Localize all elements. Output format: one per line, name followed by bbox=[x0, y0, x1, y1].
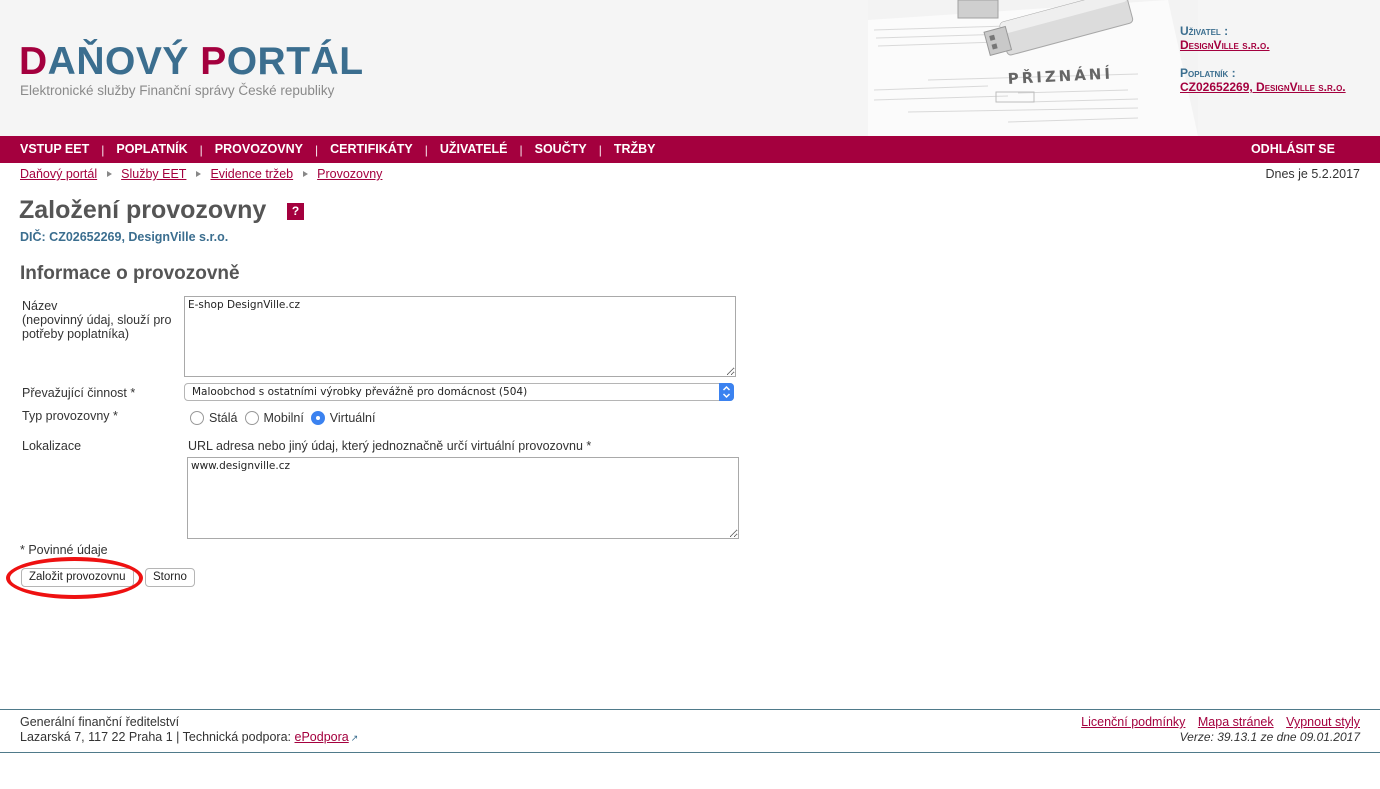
account-info: Uživatel : DesignVille s.r.o. Poplatník … bbox=[1180, 24, 1375, 108]
nav-item-vstup-eet[interactable]: VSTUP EET bbox=[0, 136, 101, 163]
radio-mobilni[interactable] bbox=[244, 411, 259, 425]
name-hint: (nepovinný údaj, slouží pro potřeby popl… bbox=[22, 313, 172, 341]
nav-separator: | bbox=[315, 142, 319, 157]
breadcrumb-arrow-icon bbox=[107, 171, 113, 177]
breadcrumb-item-evidence-trzeb[interactable]: Evidence tržeb bbox=[210, 167, 293, 181]
portal-logo[interactable]: DAŇOVÝ PORTÁL bbox=[19, 42, 364, 82]
nav-item-certifikaty[interactable]: CERTIFIKÁTY bbox=[318, 136, 425, 163]
type-option-mobilni[interactable]: Mobilní bbox=[244, 411, 304, 425]
sitemap-link[interactable]: Mapa stránek bbox=[1198, 715, 1274, 729]
nav-separator: | bbox=[424, 142, 428, 157]
footer-org: Generální finanční ředitelství bbox=[20, 715, 180, 729]
required-note: * Povinné údaje bbox=[20, 543, 108, 557]
external-link-icon: ↗ bbox=[350, 733, 359, 743]
support-link[interactable]: ePodpora bbox=[295, 730, 349, 744]
section-title: Informace o provozovně bbox=[20, 263, 240, 284]
logo-text-danovy: AŇOVÝ bbox=[47, 40, 201, 83]
disable-styles-link[interactable]: Vypnout styly bbox=[1286, 715, 1360, 729]
main-nav: VSTUP EET | POPLATNÍK | PROVOZOVNY | CER… bbox=[0, 136, 1380, 163]
page-title: Založení provozovny bbox=[19, 196, 267, 224]
logo-text-portal: ORTÁL bbox=[226, 40, 364, 83]
name-textarea[interactable]: E-shop DesignVille.cz bbox=[184, 296, 736, 377]
footer-contact: Generální finanční ředitelství Lazarská … bbox=[20, 715, 358, 746]
type-radio-group: Stálá Mobilní Virtuální bbox=[190, 411, 382, 425]
nav-separator: | bbox=[101, 142, 105, 157]
nav-item-soucty[interactable]: SOUČTY bbox=[523, 136, 599, 163]
type-option-stala[interactable]: Stálá bbox=[190, 411, 238, 425]
nav-separator: | bbox=[598, 142, 602, 157]
type-option-label: Virtuální bbox=[329, 411, 376, 425]
logo-letter-p: P bbox=[200, 40, 227, 83]
breadcrumb-item-sluzby-eet[interactable]: Služby EET bbox=[121, 167, 186, 181]
logo-letter-d: D bbox=[19, 40, 48, 83]
taxpayer-label: Poplatník : bbox=[1180, 66, 1236, 80]
radio-virtualni[interactable] bbox=[310, 411, 325, 425]
taxpayer-link[interactable]: CZ02652269, DesignVille s.r.o. bbox=[1180, 80, 1346, 94]
type-option-virtualni[interactable]: Virtuální bbox=[310, 411, 376, 425]
nav-item-uzivatele[interactable]: UŽIVATELÉ bbox=[428, 136, 520, 163]
type-option-label: Stálá bbox=[209, 411, 238, 425]
tax-form-usb-illustration: PŘIZNÁNÍ bbox=[868, 0, 1198, 136]
today-date: Dnes je 5.2.2017 bbox=[1265, 167, 1360, 181]
footer-links: Licenční podmínky Mapa stránek Vypnout s… bbox=[1072, 715, 1360, 729]
location-hint: URL adresa nebo jiný údaj, který jednozn… bbox=[188, 439, 592, 453]
breadcrumb-arrow-icon bbox=[196, 171, 202, 177]
location-textarea[interactable]: www.designville.cz bbox=[187, 457, 739, 539]
nav-item-trzby[interactable]: TRŽBY bbox=[602, 136, 668, 163]
taxpayer-dic: DIČ: CZ02652269, DesignVille s.r.o. bbox=[20, 230, 229, 244]
type-label: Typ provozovny * bbox=[22, 409, 118, 423]
nav-item-poplatnik[interactable]: POPLATNÍK bbox=[104, 136, 199, 163]
header: DAŇOVÝ PORTÁL Elektronické služby Finanč… bbox=[0, 0, 1380, 136]
breadcrumb-arrow-icon bbox=[303, 171, 309, 177]
type-option-label: Mobilní bbox=[263, 411, 304, 425]
name-label: Název bbox=[22, 299, 58, 313]
radio-stala[interactable] bbox=[190, 411, 204, 425]
select-arrows-icon bbox=[719, 383, 734, 401]
create-establishment-button[interactable]: Založit provozovnu bbox=[21, 568, 134, 587]
footer-top-line bbox=[0, 709, 1380, 710]
logout-link[interactable]: ODHLÁSIT SE bbox=[1239, 136, 1347, 163]
footer-address-line: Lazarská 7, 117 22 Praha 1 | Technická p… bbox=[20, 730, 358, 746]
breadcrumb-item-provozovny[interactable]: Provozovny bbox=[317, 167, 382, 181]
activity-label: Převažující činnost * bbox=[22, 386, 136, 400]
taxpayer-block: Poplatník : CZ02652269, DesignVille s.r.… bbox=[1180, 66, 1375, 95]
breadcrumb: Daňový portál Služby EET Evidence tržeb … bbox=[20, 167, 382, 181]
user-label: Uživatel : bbox=[1180, 24, 1229, 38]
footer-version: Verze: 39.13.1 ze dne 09.01.2017 bbox=[1179, 730, 1360, 744]
license-link[interactable]: Licenční podmínky bbox=[1081, 715, 1185, 729]
nav-separator: | bbox=[519, 142, 523, 157]
nav-separator: | bbox=[199, 142, 203, 157]
activity-selected-value: Maloobchod s ostatními výrobky převážně … bbox=[192, 386, 528, 398]
nav-item-provozovny[interactable]: PROVOZOVNY bbox=[203, 136, 315, 163]
cancel-button[interactable]: Storno bbox=[145, 568, 195, 587]
footer-address: Lazarská 7, 117 22 Praha 1 | Technická p… bbox=[20, 730, 292, 744]
portal-tagline: Elektronické služby Finanční správy Česk… bbox=[20, 83, 335, 98]
location-label: Lokalizace bbox=[22, 439, 82, 453]
help-icon[interactable]: ? bbox=[287, 203, 304, 220]
footer-bottom-line bbox=[0, 752, 1380, 753]
user-block: Uživatel : DesignVille s.r.o. bbox=[1180, 24, 1375, 53]
user-link[interactable]: DesignVille s.r.o. bbox=[1180, 38, 1270, 52]
activity-select[interactable]: Maloobchod s ostatními výrobky převážně … bbox=[184, 383, 734, 401]
breadcrumb-item-danovy-portal[interactable]: Daňový portál bbox=[20, 167, 97, 181]
